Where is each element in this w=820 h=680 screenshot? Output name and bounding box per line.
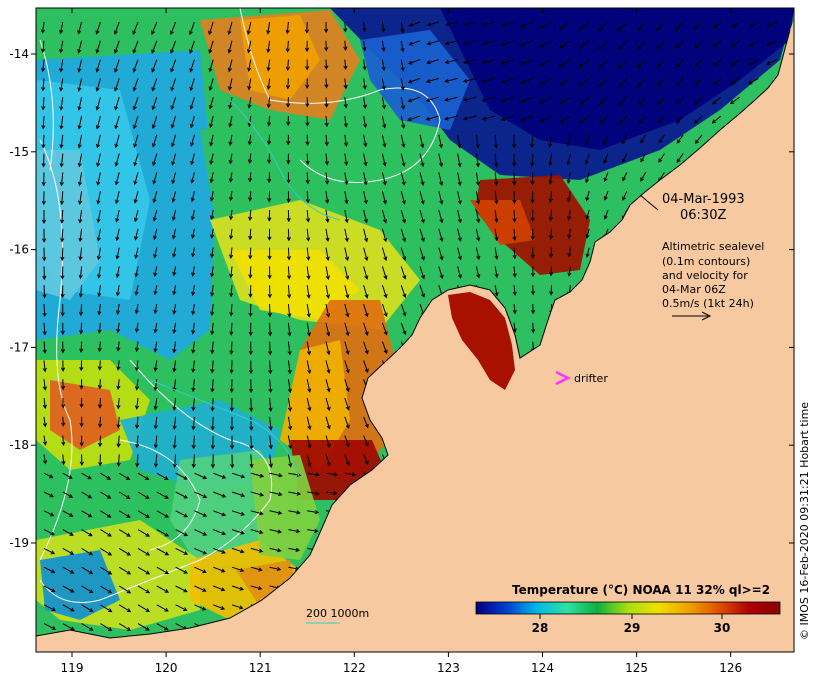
colorbar-tick-label: 29 <box>624 621 641 635</box>
info-line-4: 04-Mar 06Z <box>662 283 726 296</box>
drifter-label: drifter <box>574 372 608 385</box>
sst-map-figure: 119 120 121 122 123 124 125 126 -14 -15 -16 -17 -18… <box>0 0 820 680</box>
credit-text: © IMOS 16-Feb-2020 09:31:21 Hobart time <box>798 401 811 640</box>
colorbar-title: Temperature (°C) NOAA 11 32% ql>=2 <box>512 583 770 597</box>
y-tick-label: -18 <box>9 438 29 452</box>
y-tick-label: -15 <box>9 145 29 159</box>
map-canvas: 119 120 121 122 123 124 125 126 -14 -15 -16 -17 -18… <box>9 7 795 675</box>
colorbar-tick-label: 30 <box>714 621 731 635</box>
depth-scale-label: 200 1000m <box>306 607 369 620</box>
x-tick-label: 122 <box>343 661 366 675</box>
time-label: 06:30Z <box>680 208 726 223</box>
y-tick-label: -19 <box>9 536 29 550</box>
x-tick-label: 125 <box>625 661 648 675</box>
y-tick-label: -16 <box>9 243 29 257</box>
y-tick-label: -17 <box>9 340 29 354</box>
date-label: 04-Mar-1993 <box>662 192 745 207</box>
info-line-5: 0.5m/s (1kt 24h) <box>662 297 754 310</box>
x-tick-label: 120 <box>155 661 178 675</box>
info-line-3: and velocity for <box>662 269 748 282</box>
x-tick-label: 119 <box>61 661 84 675</box>
colorbar-gradient <box>475 601 781 615</box>
y-tick-label: -14 <box>9 47 29 61</box>
x-tick-label: 123 <box>437 661 460 675</box>
colorbar-tick-label: 28 <box>532 621 549 635</box>
x-tick-label: 124 <box>531 661 554 675</box>
x-tick-label: 121 <box>249 661 272 675</box>
info-line-2: (0.1m contours) <box>662 255 750 268</box>
info-line-1: Altimetric sealevel <box>662 240 764 253</box>
x-tick-label: 126 <box>719 661 742 675</box>
